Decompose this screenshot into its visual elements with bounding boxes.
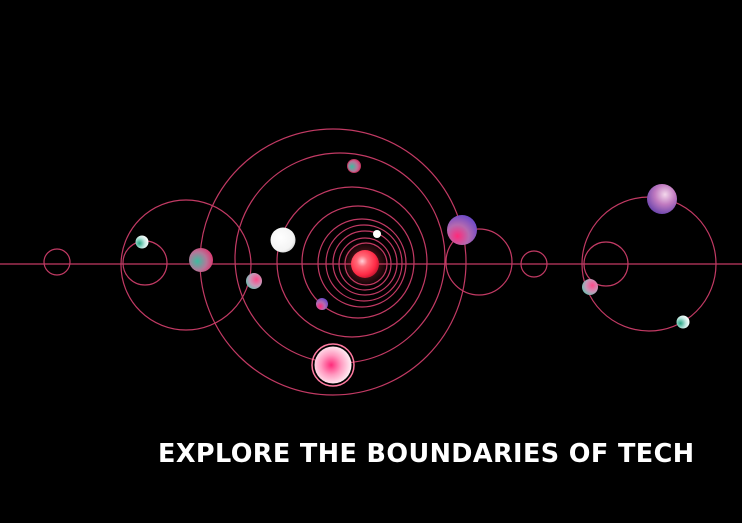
orbit-ring: [43, 248, 71, 276]
planet: [347, 159, 361, 173]
planet: [246, 273, 262, 289]
planet: [647, 184, 677, 214]
planet: [270, 227, 296, 253]
planet: [676, 315, 690, 329]
hero-tagline: EXPLORE THE BOUNDARIES OF TECH: [158, 439, 695, 469]
planet: [314, 346, 352, 384]
planet: [189, 248, 213, 272]
sun: [351, 250, 379, 278]
planet: [135, 235, 149, 249]
planet: [316, 298, 328, 310]
orbit-ring: [120, 199, 252, 331]
planet: [447, 215, 477, 245]
planet: [582, 279, 598, 295]
planet: [373, 230, 381, 238]
